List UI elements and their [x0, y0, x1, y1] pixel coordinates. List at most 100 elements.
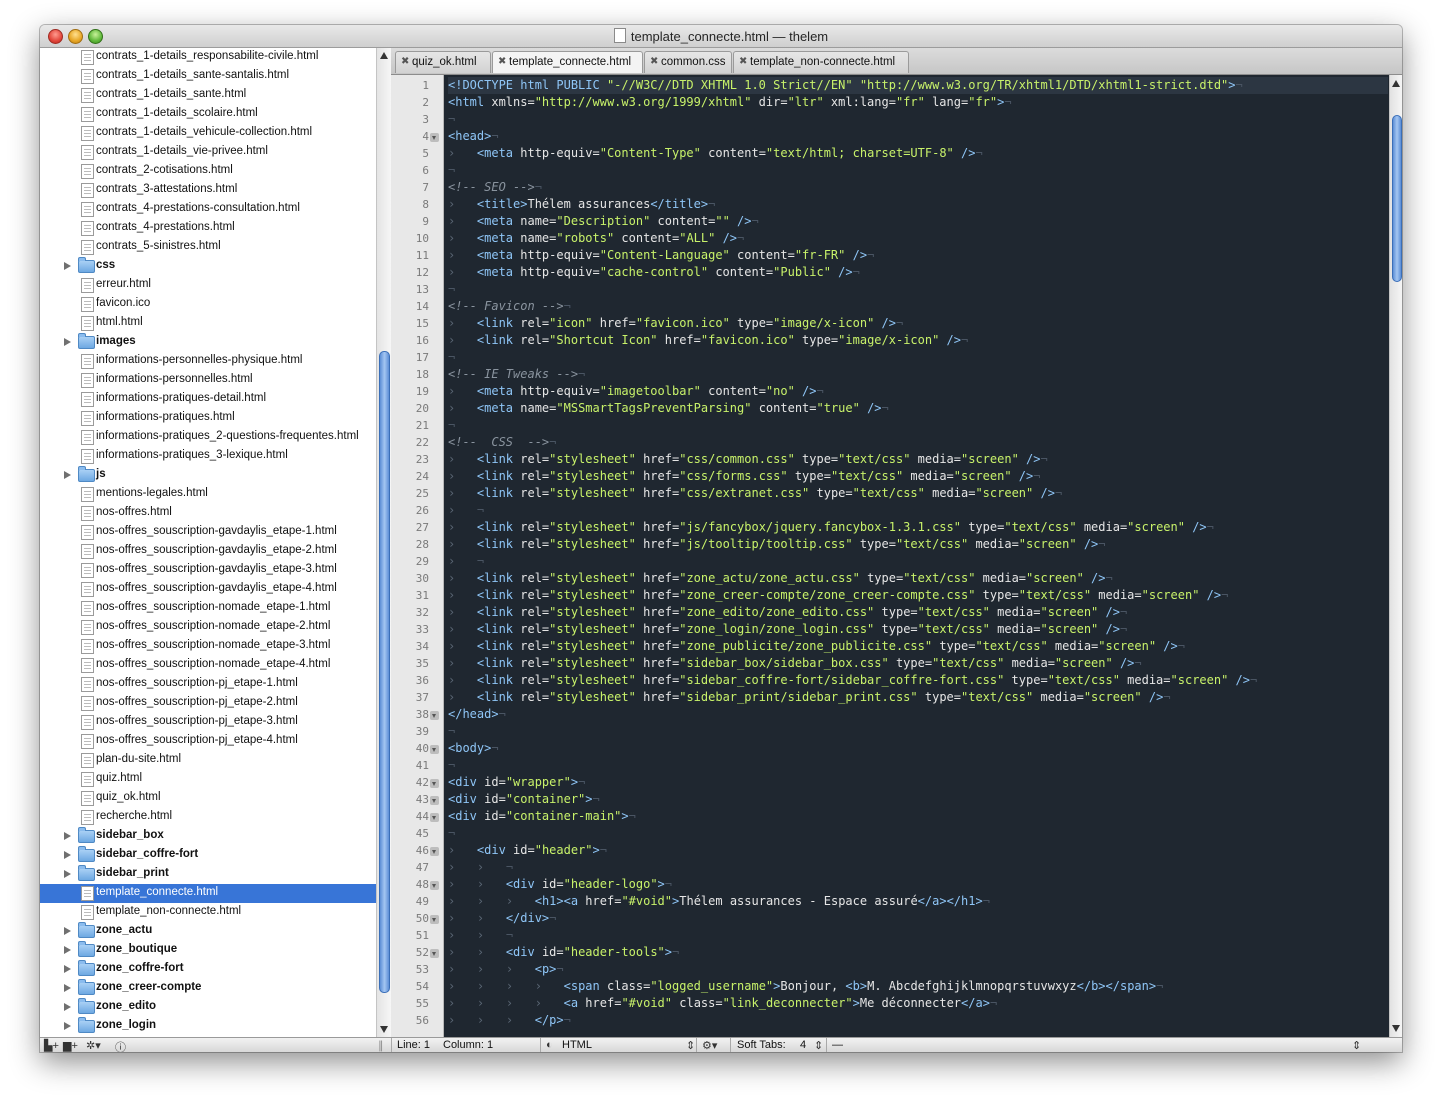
- chevron-updown-icon[interactable]: ⇕: [686, 1039, 695, 1052]
- tab-1[interactable]: ✖ quiz_ok.html: [395, 51, 491, 73]
- fold-marker-icon[interactable]: [430, 745, 439, 754]
- code-line[interactable]: <!-- CSS -->¬: [448, 434, 1388, 451]
- code-line[interactable]: › <meta name="robots" content="ALL" />¬: [448, 230, 1388, 247]
- symbol-selector[interactable]: —: [832, 1039, 843, 1051]
- code-line[interactable]: › <link rel="stylesheet" href="zone_edit…: [448, 604, 1388, 621]
- tree-file-item[interactable]: contrats_1-details_sante-santalis.html: [40, 67, 376, 86]
- tree-folder-item[interactable]: sidebar_box: [40, 827, 376, 846]
- fold-marker-icon[interactable]: [430, 847, 439, 856]
- symbol-chevron-icon[interactable]: ⇕: [1352, 1039, 1361, 1052]
- code-line[interactable]: › › <div id="header-tools">¬: [448, 944, 1388, 961]
- tree-file-item[interactable]: contrats_1-details_responsabilite-civile…: [40, 48, 376, 67]
- tree-file-item[interactable]: contrats_4-prestations.html: [40, 219, 376, 238]
- disclosure-triangle-icon[interactable]: [64, 965, 71, 973]
- code-line[interactable]: › ¬: [448, 553, 1388, 570]
- code-line[interactable]: <!-- Favicon -->¬: [448, 298, 1388, 315]
- disclosure-triangle-icon[interactable]: [64, 471, 71, 479]
- editor-scroll-down-icon[interactable]: [1392, 1025, 1400, 1032]
- tab-3[interactable]: ✖ common.css: [644, 51, 732, 73]
- tree-file-item[interactable]: mentions-legales.html: [40, 485, 376, 504]
- code-line[interactable]: › <link rel="icon" href="favicon.ico" ty…: [448, 315, 1388, 332]
- code-line[interactable]: › <meta name="MSSmartTagsPreventParsing"…: [448, 400, 1388, 417]
- code-line[interactable]: › <meta name="Description" content="" />…: [448, 213, 1388, 230]
- code-line[interactable]: › <link rel="stylesheet" href="css/extra…: [448, 485, 1388, 502]
- tree-file-item[interactable]: contrats_1-details_sante.html: [40, 86, 376, 105]
- tree-file-item[interactable]: informations-pratiques_3-lexique.html: [40, 447, 376, 466]
- tree-file-item[interactable]: favicon.ico: [40, 295, 376, 314]
- fold-marker-icon[interactable]: [430, 915, 439, 924]
- soft-tabs-stepper-icon[interactable]: ⇕: [814, 1039, 823, 1052]
- tree-folder-item[interactable]: zone_login: [40, 1017, 376, 1036]
- tree-file-item[interactable]: nos-offres_souscription-pj_etape-1.html: [40, 675, 376, 694]
- tab-2[interactable]: ✖ template_connecte.html: [492, 51, 643, 73]
- disclosure-triangle-icon[interactable]: [64, 832, 71, 840]
- code-line[interactable]: › <meta http-equiv="Content-Type" conten…: [448, 145, 1388, 162]
- code-line[interactable]: › <link rel="stylesheet" href="sidebar_p…: [448, 689, 1388, 706]
- disclosure-triangle-icon[interactable]: [64, 851, 71, 859]
- tree-file-item[interactable]: nos-offres_souscription-pj_etape-3.html: [40, 713, 376, 732]
- tree-file-item[interactable]: contrats_5-sinistres.html: [40, 238, 376, 257]
- disclosure-triangle-icon[interactable]: [64, 946, 71, 954]
- grip-icon[interactable]: ∥: [378, 1039, 384, 1052]
- disclosure-triangle-icon[interactable]: [64, 1022, 71, 1030]
- fold-marker-icon[interactable]: [430, 813, 439, 822]
- code-line[interactable]: › <link rel="stylesheet" href="css/commo…: [448, 451, 1388, 468]
- code-line[interactable]: ¬: [448, 723, 1388, 740]
- disclosure-triangle-icon[interactable]: [64, 262, 71, 270]
- tree-folder-item[interactable]: zone_edito: [40, 998, 376, 1017]
- code-line[interactable]: › › <div id="header-logo">¬: [448, 876, 1388, 893]
- code-line[interactable]: ¬: [448, 417, 1388, 434]
- code-line[interactable]: › › › <p>¬: [448, 961, 1388, 978]
- code-line[interactable]: <div id="container">¬: [448, 791, 1388, 808]
- disclosure-triangle-icon[interactable]: [64, 984, 71, 992]
- close-tab-icon[interactable]: ✖: [401, 56, 409, 67]
- code-line[interactable]: <!DOCTYPE html PUBLIC "-//W3C//DTD XHTML…: [448, 77, 1388, 94]
- tree-file-item[interactable]: contrats_1-details_scolaire.html: [40, 105, 376, 124]
- close-tab-icon[interactable]: ✖: [739, 56, 747, 67]
- scroll-up-arrow-icon[interactable]: [380, 52, 388, 59]
- tree-file-item[interactable]: nos-offres_souscription-nomade_etape-3.h…: [40, 637, 376, 656]
- tree-file-item[interactable]: nos-offres.html: [40, 504, 376, 523]
- editor-scrollbar[interactable]: [1389, 75, 1402, 1038]
- info-icon[interactable]: ⓘ: [115, 1039, 126, 1052]
- drawer-scrollbar[interactable]: [376, 48, 391, 1038]
- tree-folder-item[interactable]: zone_actu: [40, 922, 376, 941]
- code-line[interactable]: ¬: [448, 281, 1388, 298]
- tree-file-item[interactable]: contrats_4-prestations-consultation.html: [40, 200, 376, 219]
- tree-file-item[interactable]: quiz.html: [40, 770, 376, 789]
- code-line[interactable]: › <link rel="stylesheet" href="css/forms…: [448, 468, 1388, 485]
- tree-folder-item[interactable]: images: [40, 333, 376, 352]
- tree-file-item[interactable]: contrats_3-attestations.html: [40, 181, 376, 200]
- tree-file-item[interactable]: erreur.html: [40, 276, 376, 295]
- tab-4[interactable]: ✖ template_non-connecte.html: [733, 51, 909, 73]
- tree-file-item[interactable]: recherche.html: [40, 808, 376, 827]
- tree-folder-item[interactable]: js: [40, 466, 376, 485]
- tree-folder-item[interactable]: zone_boutique: [40, 941, 376, 960]
- tree-file-item[interactable]: nos-offres_souscription-pj_etape-2.html: [40, 694, 376, 713]
- code-editor[interactable]: 1 2 3 4 5 6 7 8 9 10 11 12 13 14 15 16 17 18 19 20 21 22 23 24 2…: [391, 75, 1389, 1038]
- code-line[interactable]: › <meta http-equiv="Content-Language" co…: [448, 247, 1388, 264]
- scroll-down-arrow-icon[interactable]: [380, 1026, 388, 1033]
- project-drawer[interactable]: contrats_1-details_responsabilite-civile…: [40, 48, 376, 1038]
- tree-file-item[interactable]: contrats_1-details_vehicule-collection.h…: [40, 124, 376, 143]
- tree-file-item[interactable]: informations-pratiques-detail.html: [40, 390, 376, 409]
- code-line[interactable]: › › › </p>¬: [448, 1012, 1388, 1029]
- code-line[interactable]: › <link rel="Shortcut Icon" href="favico…: [448, 332, 1388, 349]
- code-line[interactable]: › <link rel="stylesheet" href="js/toolti…: [448, 536, 1388, 553]
- drawer-scroll-thumb[interactable]: [379, 351, 390, 993]
- code-line[interactable]: › <meta http-equiv="imagetoolbar" conten…: [448, 383, 1388, 400]
- disclosure-triangle-icon[interactable]: [64, 338, 71, 346]
- tree-folder-item[interactable]: css: [40, 257, 376, 276]
- code-line[interactable]: <html xmlns="http://www.w3.org/1999/xhtm…: [448, 94, 1388, 111]
- code-line[interactable]: ¬: [448, 757, 1388, 774]
- tree-file-item[interactable]: nos-offres_souscription-gavdaylis_etape-…: [40, 561, 376, 580]
- tree-file-item[interactable]: informations-personnelles.html: [40, 371, 376, 390]
- code-line[interactable]: <div id="container-main">¬: [448, 808, 1388, 825]
- tree-file-item[interactable]: template_non-connecte.html: [40, 903, 376, 922]
- code-line[interactable]: <!-- SEO -->¬: [448, 179, 1388, 196]
- tree-file-item[interactable]: nos-offres_souscription-gavdaylis_etape-…: [40, 523, 376, 542]
- title-bar[interactable]: template_connecte.html — thelem: [40, 25, 1402, 48]
- fold-marker-icon[interactable]: [430, 711, 439, 720]
- fold-marker-icon[interactable]: [430, 133, 439, 142]
- tree-file-item[interactable]: nos-offres_souscription-gavdaylis_etape-…: [40, 580, 376, 599]
